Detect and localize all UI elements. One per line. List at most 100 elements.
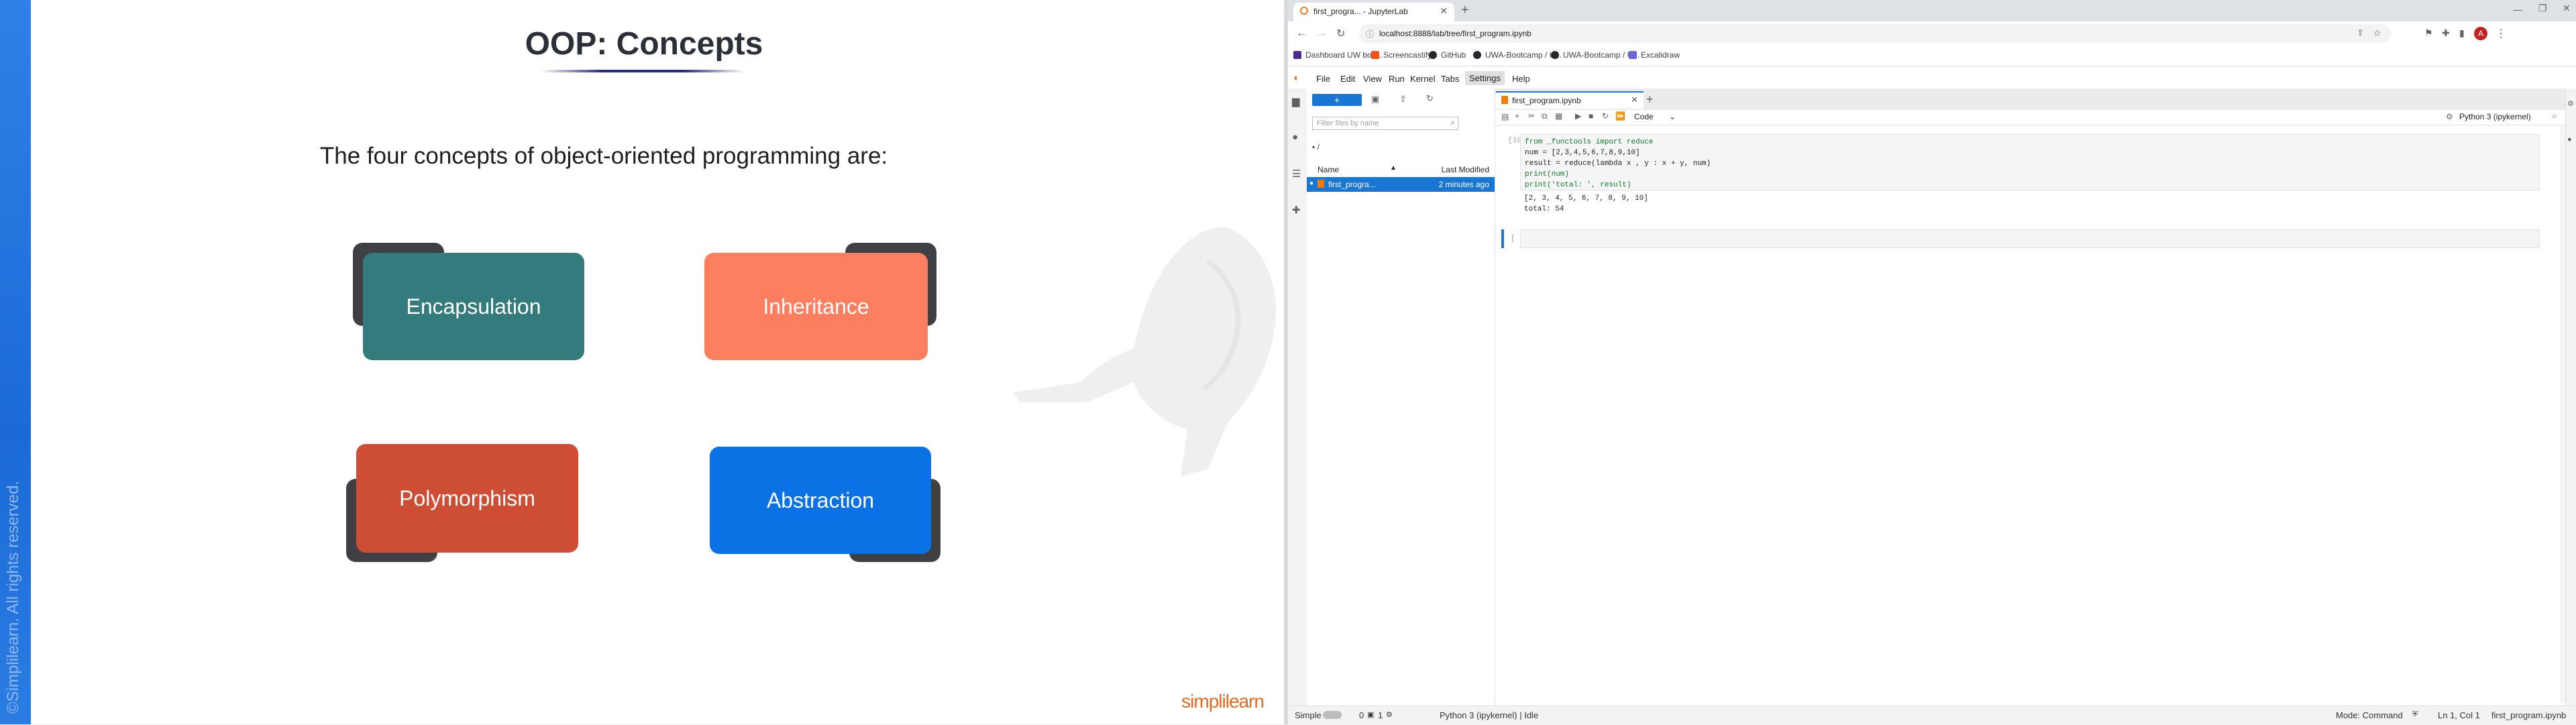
- cell-editor[interactable]: from _functools import reduce num = [2,3…: [1520, 134, 2540, 190]
- file-row[interactable]: ● first_progra... 2 minutes ago: [1307, 177, 1495, 192]
- browser-window: first_progra... - JupyterLab ✕ + — ❐ ✕ ←…: [1288, 0, 2576, 725]
- bookmark-item[interactable]: GitHub: [1429, 50, 1466, 60]
- plus-icon[interactable]: +: [1461, 3, 1469, 18]
- file-name: first_progra...: [1328, 180, 1376, 189]
- run-icon[interactable]: ▶: [1575, 111, 1581, 121]
- file-modified: 2 minutes ago: [1438, 180, 1489, 189]
- code-line: result = reduce(lambda x , y : x + y, nu…: [1525, 160, 1711, 168]
- active-code-cell[interactable]: [ ]:: [1496, 229, 2542, 249]
- profile-avatar[interactable]: A: [2474, 27, 2487, 40]
- save-icon[interactable]: ▤: [1501, 112, 1509, 121]
- more-vert-icon[interactable]: ⋮: [2496, 27, 2506, 40]
- cut-icon[interactable]: ✂: [1528, 111, 1535, 121]
- puzzle-icon[interactable]: ✚: [2442, 27, 2450, 39]
- menu-run[interactable]: Run: [1389, 74, 1405, 84]
- copy-icon[interactable]: ⧉: [1542, 111, 1548, 121]
- jupyter-right-sidebar: ⚙ ●: [2565, 89, 2576, 706]
- running-icon[interactable]: ●: [1292, 131, 1298, 143]
- gear-icon[interactable]: ⚙: [2446, 112, 2453, 121]
- bookmark-star-icon[interactable]: ☆: [2373, 27, 2381, 39]
- notebook-toolbar: ▤ + ✂ ⧉ ▦ ▶ ■ ↻ ⏩ Code ⌄ ⚙ Python 3 (ipy…: [1496, 110, 2571, 125]
- mode-indicator: Mode: Command: [2336, 710, 2403, 720]
- refresh-icon[interactable]: ↻: [1426, 93, 1434, 104]
- folder-icon[interactable]: ▆: [1292, 95, 1300, 107]
- property-inspector-icon[interactable]: ⚙: [2567, 99, 2574, 108]
- cell-output: [2, 3, 4, 5, 6, 7, 8, 9, 10] total: 54: [1524, 193, 1648, 215]
- sidebar-icon[interactable]: ▮: [2459, 27, 2465, 39]
- close-icon[interactable]: ✕: [1440, 5, 1448, 17]
- sort-up-icon[interactable]: ▲: [1390, 164, 1397, 172]
- cursor-position[interactable]: Ln 1, Col 1: [2438, 710, 2480, 720]
- lion-watermark-icon: [1013, 227, 1276, 476]
- copyright-text: ©Simplilearn. All rights reserved.: [4, 480, 22, 714]
- bookmark-item[interactable]: UWA-Bootcamp / U...: [1473, 50, 1562, 60]
- presentation-slide: ©Simplilearn. All rights reserved. OOP: …: [0, 0, 1288, 724]
- cell-type-select[interactable]: Code ⌄: [1634, 112, 1676, 121]
- upload-icon[interactable]: ⇧: [1399, 94, 1407, 105]
- address-bar[interactable]: ⓘ localhost:8888/lab/tree/first_program.…: [1359, 24, 2391, 43]
- menu-file[interactable]: File: [1316, 74, 1330, 84]
- debugger-icon[interactable]: ●: [2567, 135, 2572, 144]
- extension-manager-icon[interactable]: ✚: [1292, 204, 1301, 216]
- minimize-icon[interactable]: —: [2513, 4, 2522, 15]
- bookmark-item[interactable]: Excalidraw: [1629, 50, 1680, 60]
- back-arrow-icon[interactable]: ←: [1296, 27, 1307, 40]
- forward-arrow-icon[interactable]: →: [1316, 27, 1327, 40]
- notebook-tab[interactable]: first_program.ipynb ✕: [1496, 91, 1644, 109]
- info-icon[interactable]: ⓘ: [1366, 28, 1374, 40]
- browser-tab-active[interactable]: first_progra... - JupyterLab ✕: [1293, 3, 1454, 21]
- notebook-file-icon: [1318, 180, 1324, 188]
- kernel-icon: ⚙: [1386, 711, 1393, 719]
- bookmark-item[interactable]: Screencastify: [1371, 50, 1432, 60]
- close-tab-icon[interactable]: ✕: [1631, 95, 1638, 105]
- fast-forward-icon[interactable]: ⏩: [1615, 111, 1625, 121]
- cell-editor[interactable]: [1520, 229, 2540, 248]
- inheritance-card: Inheritance: [704, 253, 928, 360]
- col-modified[interactable]: Last Modified: [1442, 165, 1489, 174]
- new-launcher-button[interactable]: +: [1312, 94, 1362, 106]
- breadcrumb[interactable]: ▪ /: [1312, 142, 1320, 152]
- menu-kernel[interactable]: Kernel: [1410, 74, 1436, 84]
- abstraction-card: Abstraction: [710, 447, 931, 554]
- kernel-status-icon: ○: [2552, 111, 2557, 121]
- slide-title: OOP: Concepts: [525, 26, 763, 62]
- maximize-icon[interactable]: ❐: [2538, 3, 2547, 14]
- paste-icon[interactable]: ▦: [1555, 111, 1562, 121]
- polymorphism-label: Polymorphism: [399, 486, 535, 510]
- notebook-panel: ▤ + ✂ ⧉ ▦ ▶ ■ ↻ ⏩ Code ⌄ ⚙ Python 3 (ipy…: [1496, 110, 2571, 706]
- stop-icon[interactable]: ■: [1589, 111, 1593, 121]
- kernel-count: 1: [1378, 710, 1383, 720]
- simplilearn-logo: simplilearn: [1181, 691, 1265, 712]
- menu-help[interactable]: Help: [1512, 74, 1530, 84]
- col-name[interactable]: Name: [1318, 165, 1339, 174]
- file-browser-panel: + ▣ ⇧ ↻ Filter files by name ⌕ ▪ / Name …: [1307, 89, 1495, 706]
- file-filter-input[interactable]: Filter files by name ⌕: [1312, 117, 1458, 130]
- simple-mode-toggle[interactable]: [1323, 711, 1342, 719]
- menu-settings[interactable]: Settings: [1465, 71, 1505, 85]
- bookmarks-bar: Dashboard UW boo... Screencastify GitHub…: [1288, 47, 2576, 66]
- menu-tabs[interactable]: Tabs: [1441, 74, 1459, 84]
- jupyter-left-sidebar: ▆ ● ☰ ✚: [1288, 89, 1307, 706]
- restart-icon[interactable]: ↻: [1602, 111, 1609, 121]
- new-folder-icon[interactable]: ▣: [1371, 94, 1379, 105]
- menu-edit[interactable]: Edit: [1340, 74, 1355, 84]
- encapsulation-card: Encapsulation: [363, 253, 584, 360]
- slide-subtitle: The four concepts of object-oriented pro…: [319, 143, 888, 169]
- insert-cell-icon[interactable]: +: [1515, 111, 1519, 121]
- add-tab-icon[interactable]: +: [1646, 93, 1654, 107]
- window-close-icon[interactable]: ✕: [2563, 3, 2571, 14]
- extension-icon[interactable]: ⚑: [2424, 27, 2433, 39]
- bookmark-item[interactable]: UWA-Bootcamp / U...: [1551, 50, 1640, 60]
- menu-view[interactable]: View: [1363, 74, 1382, 84]
- share-icon[interactable]: ⇪: [2357, 27, 2364, 38]
- bookmark-item[interactable]: Dashboard UW boo...: [1293, 50, 1383, 60]
- toc-icon[interactable]: ☰: [1292, 168, 1301, 180]
- kernel-name[interactable]: Python 3 (ipykernel): [2459, 112, 2531, 121]
- output-line: total: 54: [1524, 205, 1564, 213]
- status-bar: Simple 0 ▣ 1 ⚙ Python 3 (ipykernel) | Id…: [1288, 706, 2576, 725]
- code-cell[interactable]: [10]: from _functools import reduce num …: [1496, 134, 2542, 213]
- reload-icon[interactable]: ↻: [1336, 27, 1345, 40]
- browser-toolbar: ← → ↻ ⓘ localhost:8888/lab/tree/first_pr…: [1288, 21, 2576, 47]
- document-tabbar: first_program.ipynb ✕ +: [1496, 91, 2571, 109]
- kernel-status[interactable]: Python 3 (ipykernel) | Idle: [1440, 710, 1538, 720]
